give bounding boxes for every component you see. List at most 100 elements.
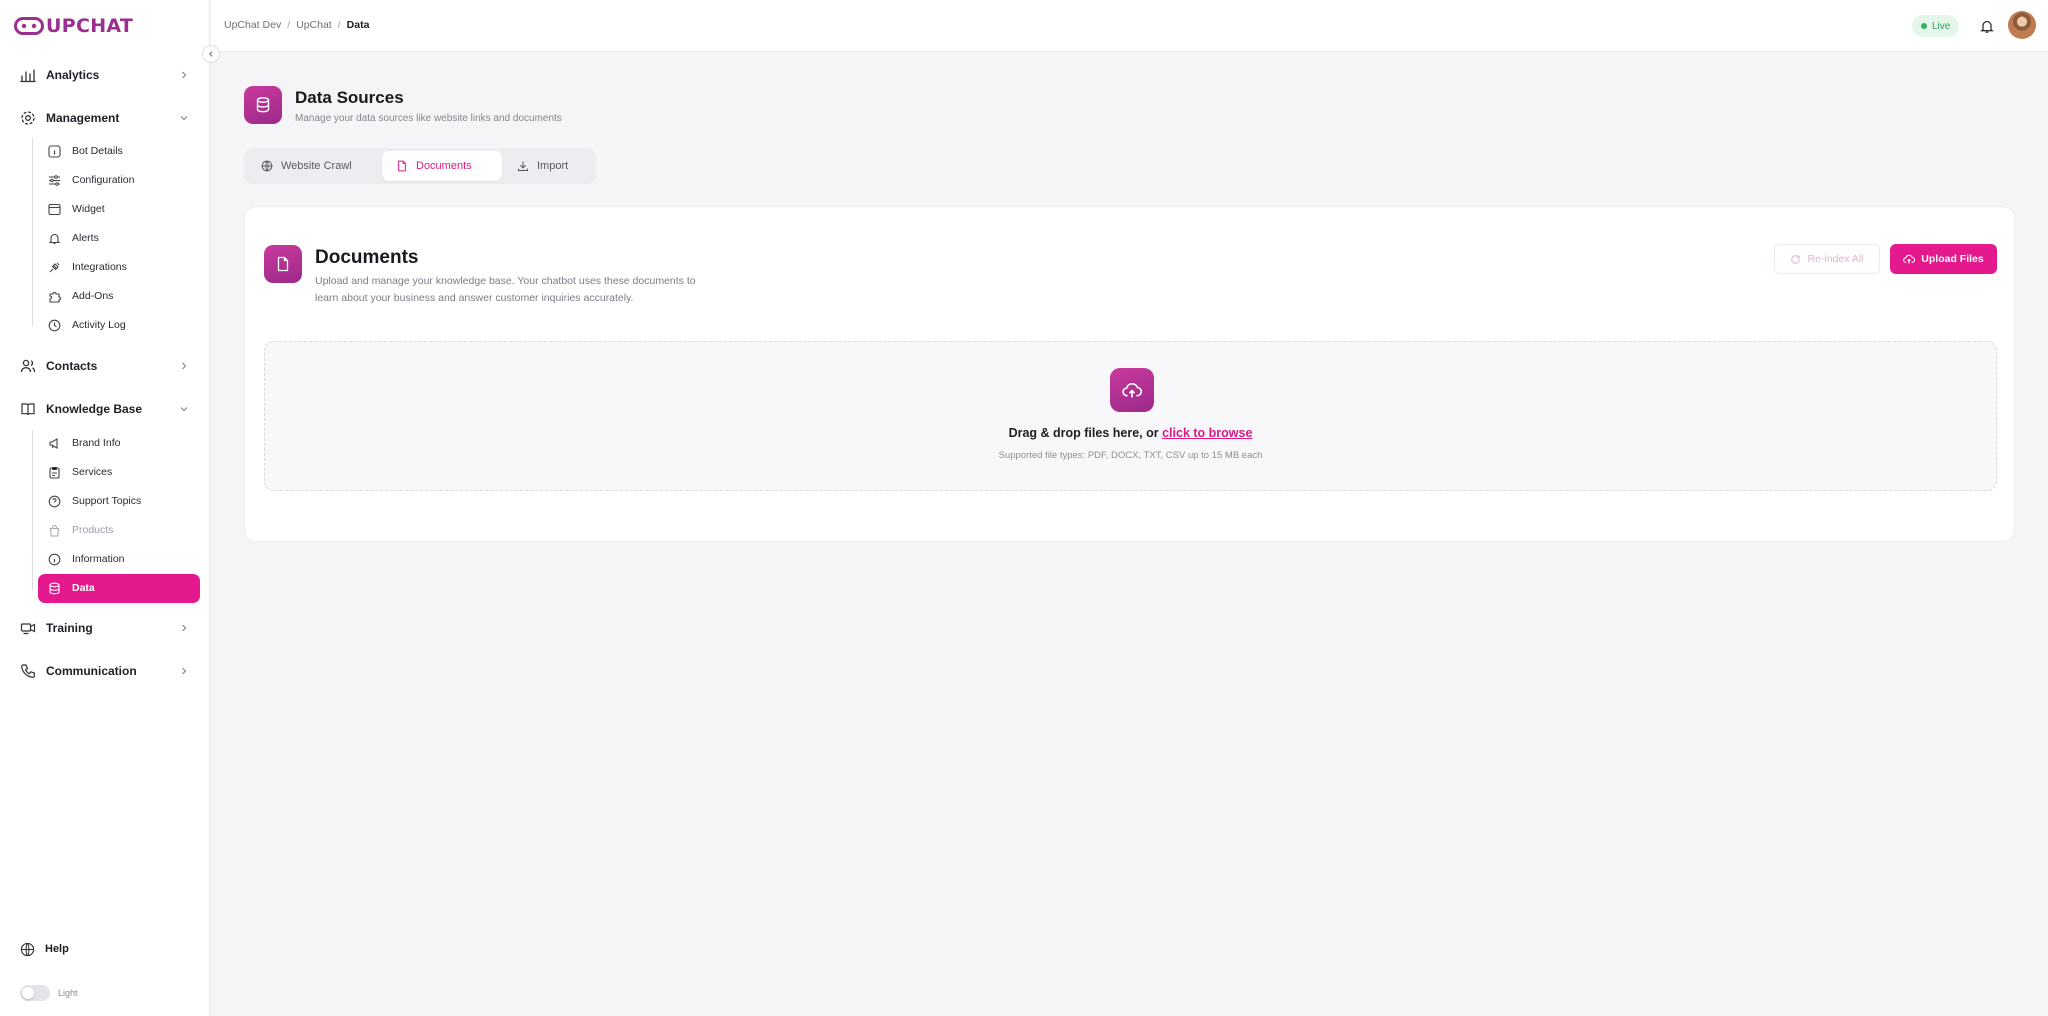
chevron-right-icon — [182, 667, 187, 675]
info-square-icon — [48, 145, 61, 158]
sliders-icon — [49, 175, 60, 186]
window-icon — [48, 203, 61, 216]
upload-files-button[interactable]: Upload Files — [1890, 244, 1997, 274]
bell-icon — [48, 233, 61, 245]
sidebar-item-label: Support Topics — [72, 495, 142, 507]
sidebar: UPCHAT Analytics Management Bot Details … — [0, 0, 210, 1016]
sidebar-item-label: Add-Ons — [72, 290, 114, 302]
globe-icon — [261, 160, 273, 172]
nav-knowledge-base[interactable]: Knowledge Base — [0, 395, 210, 423]
sidebar-item-widget[interactable]: Widget — [38, 196, 200, 222]
dropzone-instruction: Drag & drop files here, or — [1008, 426, 1159, 440]
dropzone-text: Drag & drop files here, or click to brow… — [265, 426, 1996, 440]
notification-bell-icon[interactable] — [1979, 18, 1995, 34]
tab-website-crawl[interactable]: Website Crawl — [247, 151, 383, 181]
sidebar-item-configuration[interactable]: Configuration — [38, 167, 200, 193]
nav-analytics[interactable]: Analytics — [0, 61, 210, 89]
nav-management[interactable]: Management — [0, 104, 210, 132]
sidebar-item-activity-log[interactable]: Activity Log — [38, 312, 200, 338]
sidebar-item-add-ons[interactable]: Add-Ons — [38, 283, 200, 309]
documents-card: Documents Upload and manage your knowled… — [244, 206, 2015, 542]
dropzone-hint: Supported file types: PDF, DOCX, TXT, CS… — [998, 450, 1263, 461]
documents-title: Documents — [315, 247, 419, 268]
breadcrumb-item[interactable]: UpChat — [296, 19, 332, 31]
help-circle-icon — [48, 495, 61, 508]
sidebar-item-brand-info[interactable]: Brand Info — [38, 430, 200, 456]
theme-label: Light — [58, 988, 78, 998]
download-icon — [518, 161, 528, 171]
clock-icon — [48, 319, 61, 332]
logo-mark-icon — [14, 17, 44, 35]
nav-contacts-label: Contacts — [46, 359, 98, 373]
sidebar-item-label: Activity Log — [72, 319, 126, 331]
sidebar-item-label: Integrations — [72, 261, 127, 273]
file-dropzone[interactable]: Drag & drop files here, or click to brow… — [264, 341, 1997, 491]
sidebar-item-products[interactable]: Products — [38, 517, 200, 543]
sidebar-item-bot-details[interactable]: Bot Details — [38, 138, 200, 164]
sidebar-item-label: Widget — [72, 203, 105, 215]
tab-documents[interactable]: Documents — [382, 151, 502, 181]
tab-label: Documents — [416, 160, 472, 172]
sidebar-item-integrations[interactable]: Integrations — [38, 254, 200, 280]
tab-import[interactable]: Import — [503, 151, 591, 181]
chevron-left-icon — [209, 51, 213, 57]
status-badge: Live — [1912, 15, 1960, 37]
tab-label: Import — [537, 160, 569, 172]
tab-label: Website Crawl — [281, 160, 352, 172]
database-icon — [49, 582, 60, 595]
upchat-logo[interactable]: UPCHAT — [14, 14, 133, 38]
info-circle-icon — [48, 553, 61, 566]
plug-icon — [49, 262, 60, 273]
phone-icon — [21, 664, 35, 678]
management-submenu: Bot Details Configuration Widget Alerts … — [0, 138, 210, 338]
chevron-down-icon — [180, 407, 188, 412]
help-label: Help — [45, 943, 69, 955]
breadcrumb-current: Data — [346, 19, 370, 31]
browse-link[interactable]: click to browse — [1162, 426, 1252, 440]
clipboard-icon — [49, 467, 60, 479]
chevron-right-icon — [182, 71, 187, 79]
knowledge-base-submenu: Brand Info Services Support Topics Produ… — [0, 430, 210, 610]
toggle-track[interactable] — [20, 985, 50, 1001]
sidebar-collapse-button[interactable] — [202, 45, 220, 63]
sidebar-item-information[interactable]: Information — [38, 546, 200, 572]
refresh-icon — [1791, 254, 1801, 264]
logo-text: UPCHAT — [46, 15, 134, 37]
tree-line — [32, 138, 33, 326]
sidebar-item-support-topics[interactable]: Support Topics — [38, 488, 200, 514]
book-icon — [21, 403, 35, 416]
nav-contacts[interactable]: Contacts — [0, 352, 210, 380]
data-source-tabs: Website Crawl Documents Import — [244, 148, 596, 184]
sidebar-item-label: Products — [72, 524, 114, 536]
chevron-right-icon — [182, 624, 187, 632]
status-dot — [1921, 23, 1927, 29]
help-link[interactable]: Help — [20, 940, 69, 958]
status-label: Live — [1932, 20, 1951, 32]
megaphone-icon — [49, 438, 58, 449]
nav-analytics-label: Analytics — [46, 68, 100, 82]
sidebar-item-data[interactable]: Data — [38, 574, 200, 603]
tree-line — [32, 430, 33, 590]
breadcrumb: UpChat Dev / UpChat / Data — [224, 19, 369, 31]
sidebar-item-services[interactable]: Services — [38, 459, 200, 485]
file-icon — [398, 160, 406, 172]
gear-icon — [21, 111, 35, 125]
nav-training[interactable]: Training — [0, 614, 210, 642]
sidebar-item-alerts[interactable]: Alerts — [38, 225, 200, 251]
cloud-upload-icon — [1903, 254, 1916, 264]
user-avatar[interactable] — [2008, 11, 2036, 39]
database-icon — [244, 86, 282, 124]
graduation-icon — [20, 623, 36, 635]
theme-toggle[interactable]: Light — [20, 985, 78, 1001]
file-icon — [264, 245, 302, 283]
nav-training-label: Training — [46, 621, 93, 635]
nav-knowledge-base-label: Knowledge Base — [46, 402, 143, 416]
breadcrumb-separator: / — [287, 19, 291, 31]
page-subtitle: Manage your data sources like website li… — [295, 113, 562, 124]
chevron-down-icon — [180, 116, 188, 121]
chevron-right-icon — [182, 362, 187, 370]
bar-chart-icon — [20, 69, 36, 83]
breadcrumb-item[interactable]: UpChat Dev — [224, 19, 281, 31]
reindex-all-button[interactable]: Re-index All — [1774, 244, 1880, 274]
nav-communication[interactable]: Communication — [0, 657, 210, 685]
